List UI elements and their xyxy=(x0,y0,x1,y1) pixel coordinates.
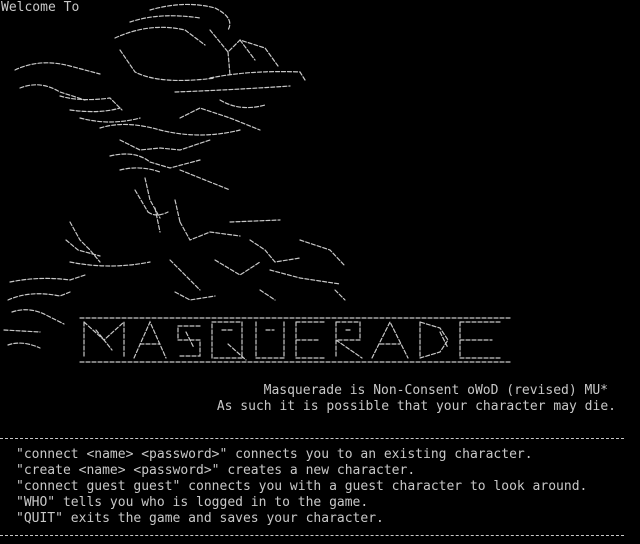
command-help-who: "WHO" tells you who is logged in to the … xyxy=(16,495,369,510)
ascii-art-svg xyxy=(3,3,513,363)
dashed-divider-bottom xyxy=(0,535,624,536)
tagline-consent: Masquerade is Non-Consent oWoD (revised)… xyxy=(263,383,608,398)
dashed-divider-top xyxy=(0,438,624,439)
command-help-quit: "QUIT" exits the game and saves your cha… xyxy=(16,511,384,526)
command-help-guest: "connect guest guest" connects you with … xyxy=(16,479,588,494)
terminal-screen[interactable]: Welcome To Masquerade is Non-Consent oWo… xyxy=(0,0,640,544)
command-help-create: "create <name> <password>" creates a new… xyxy=(16,463,416,478)
tagline-warning: As such it is possible that your charact… xyxy=(216,399,616,414)
command-help-connect: "connect <name> <password>" connects you… xyxy=(16,447,533,462)
ascii-art-banner xyxy=(0,0,640,370)
